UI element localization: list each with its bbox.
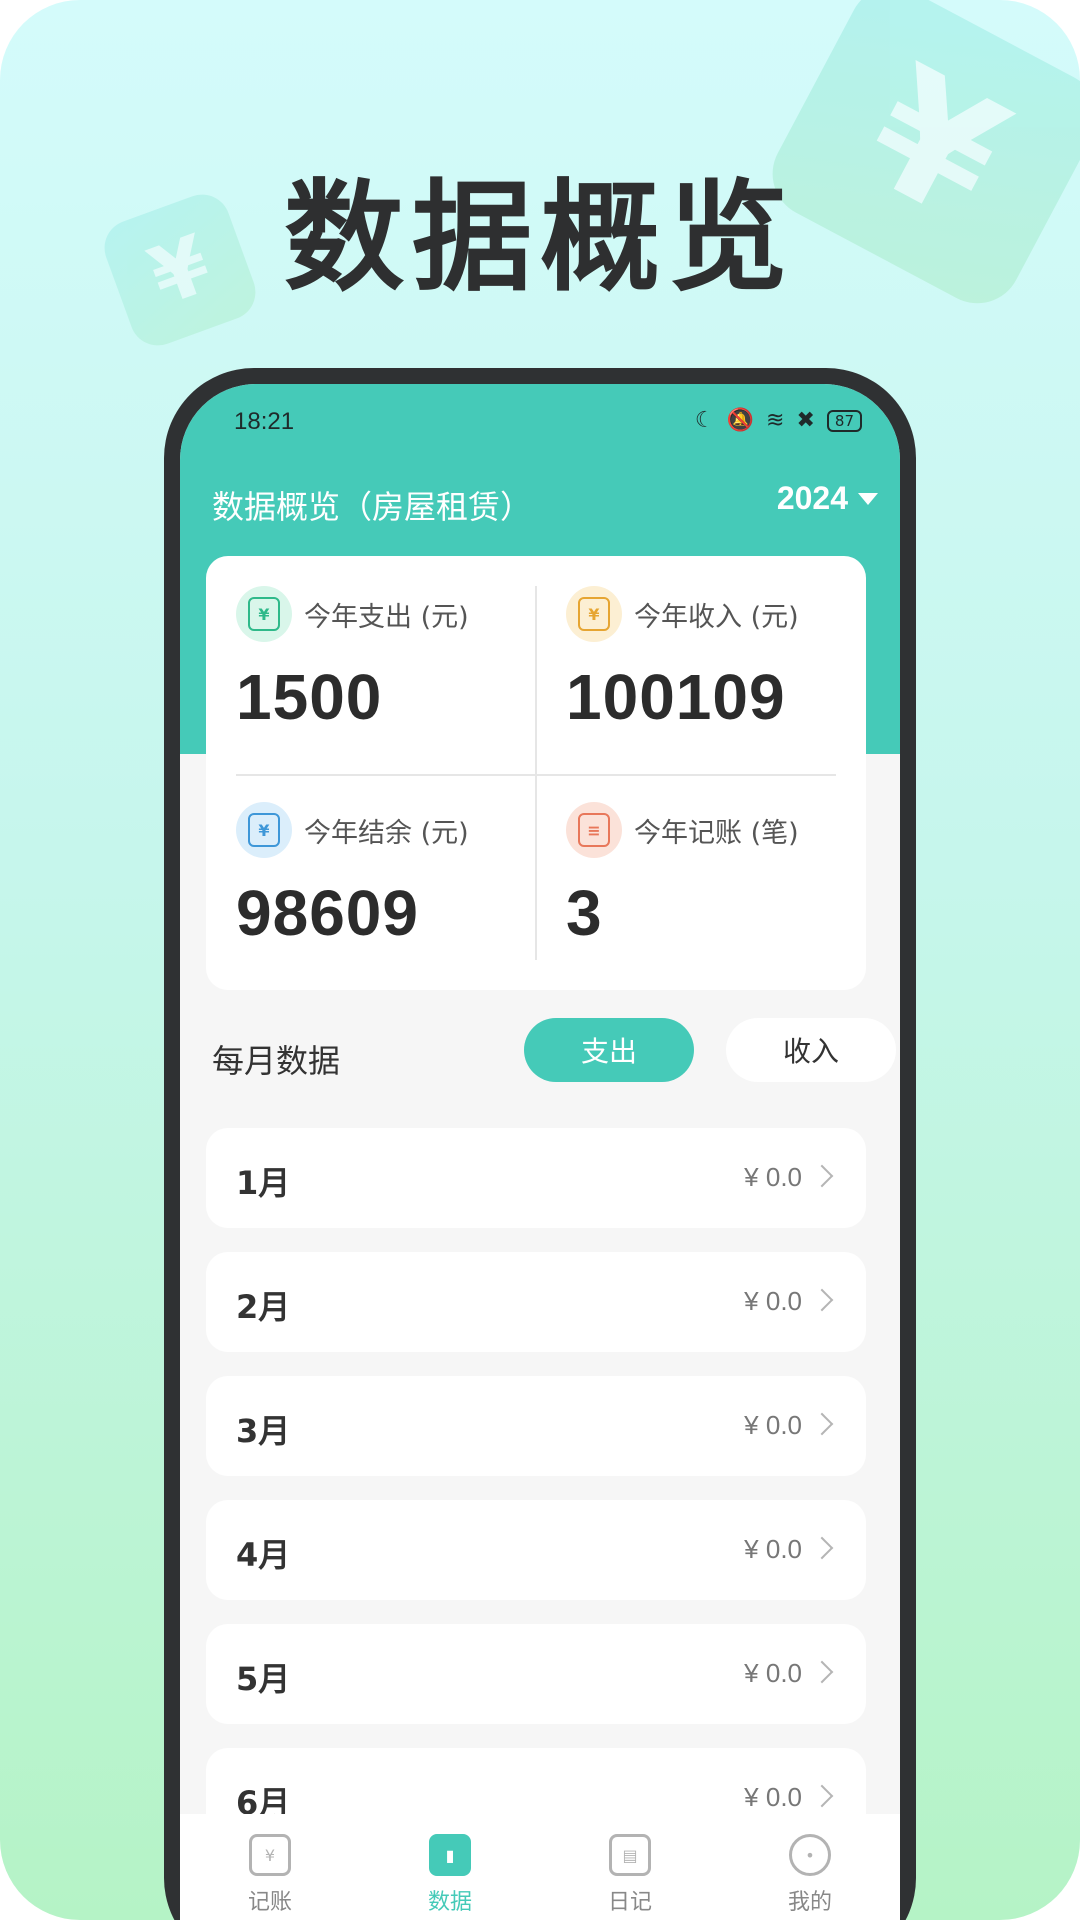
- tab-data[interactable]: ▮ 数据: [380, 1814, 520, 1920]
- records-clipboard-icon: ≡: [566, 802, 622, 858]
- page-title: 数据概览（房屋租赁）: [212, 488, 533, 526]
- income-bag-icon: ¥: [566, 586, 622, 642]
- chevron-right-icon: [810, 1288, 834, 1312]
- month-amount: ¥ 0.0: [744, 1782, 802, 1812]
- stat-value: 100109: [566, 661, 786, 733]
- month-label: 2月: [236, 1288, 291, 1326]
- month-row[interactable]: 3月 ¥ 0.0: [206, 1376, 866, 1476]
- caret-down-icon: [858, 492, 878, 505]
- diary-icon: ▤: [609, 1834, 651, 1876]
- month-amount: ¥ 0.0: [744, 1162, 802, 1192]
- chart-icon: ▮: [429, 1834, 471, 1876]
- tab-income[interactable]: 收入: [726, 1018, 896, 1082]
- profile-face-icon: •: [789, 1834, 831, 1876]
- tab-expense[interactable]: 支出: [524, 1018, 694, 1082]
- tab-label: 记账: [247, 1890, 292, 1915]
- tab-profile[interactable]: • 我的: [740, 1814, 880, 1920]
- year-value: 2024: [776, 480, 848, 516]
- chevron-right-icon: [810, 1412, 834, 1436]
- chevron-right-icon: [810, 1164, 834, 1188]
- battery-icon: 87: [826, 410, 862, 432]
- month-label: 3月: [236, 1412, 291, 1450]
- stat-value: 98609: [236, 877, 419, 949]
- stat-expense: ¥ 今年支出 (元) 1500: [236, 586, 536, 766]
- balance-icon: ¥: [236, 802, 292, 858]
- tab-label: 日记: [607, 1890, 652, 1915]
- month-amount: ¥ 0.0: [744, 1286, 802, 1316]
- phone-screen: 18:21 ☾ 🔕 ≋ ✖ 87 数据概览（房屋租赁） 2024 ¥ 今年支出 …: [180, 384, 900, 1920]
- ledger-icon: ¥: [249, 1834, 291, 1876]
- tab-label: 数据: [427, 1890, 472, 1915]
- month-row[interactable]: 2月 ¥ 0.0: [206, 1252, 866, 1352]
- status-icons: ☾ 🔕 ≋ ✖ 87: [695, 408, 862, 434]
- month-list: 1月 ¥ 0.0 2月 ¥ 0.0 3月 ¥ 0.0 4月 ¥ 0.0 5月 ¥…: [206, 1128, 866, 1872]
- month-label: 5月: [236, 1660, 291, 1698]
- year-selector[interactable]: 2024: [777, 480, 878, 517]
- chevron-right-icon: [810, 1660, 834, 1684]
- month-label: 4月: [236, 1536, 291, 1574]
- stat-label: 今年记账 (笔): [634, 817, 799, 849]
- tab-diary[interactable]: ▤ 日记: [560, 1814, 700, 1920]
- wifi-icon: ≋: [766, 408, 785, 433]
- stat-label: 今年收入 (元): [634, 601, 799, 633]
- stat-label: 今年结余 (元): [304, 817, 469, 849]
- chevron-right-icon: [810, 1784, 834, 1808]
- stat-label: 今年支出 (元): [304, 601, 469, 633]
- phone-frame: 18:21 ☾ 🔕 ≋ ✖ 87 数据概览（房屋租赁） 2024 ¥ 今年支出 …: [164, 368, 916, 1920]
- month-label: 1月: [236, 1164, 291, 1202]
- bottom-tab-bar: ¥ 记账 ▮ 数据 ▤ 日记 • 我的: [180, 1814, 900, 1920]
- promo-page: ¥ ¥ 数据概览 18:21 ☾ 🔕 ≋ ✖ 87 数据概览（房屋租赁） 202…: [0, 0, 1080, 1920]
- stat-value: 3: [566, 877, 603, 949]
- section-title: 每月数据: [212, 1042, 341, 1080]
- month-row[interactable]: 4月 ¥ 0.0: [206, 1500, 866, 1600]
- stat-income: ¥ 今年收入 (元) 100109: [566, 586, 866, 766]
- tab-ledger[interactable]: ¥ 记账: [200, 1814, 340, 1920]
- stat-balance: ¥ 今年结余 (元) 98609: [236, 802, 536, 982]
- sim-off-icon: ✖: [796, 408, 815, 433]
- chevron-right-icon: [810, 1536, 834, 1560]
- status-time: 18:21: [234, 408, 295, 435]
- stat-records: ≡ 今年记账 (笔) 3: [566, 802, 866, 982]
- month-amount: ¥ 0.0: [744, 1534, 802, 1564]
- expense-icon: ¥: [236, 586, 292, 642]
- month-amount: ¥ 0.0: [744, 1658, 802, 1688]
- month-row[interactable]: 5月 ¥ 0.0: [206, 1624, 866, 1724]
- moon-icon: ☾: [694, 408, 715, 433]
- stat-value: 1500: [236, 661, 383, 733]
- divider: [236, 774, 836, 776]
- tab-label: 我的: [787, 1890, 832, 1915]
- hero-title: 数据概览: [284, 169, 796, 308]
- month-row[interactable]: 1月 ¥ 0.0: [206, 1128, 866, 1228]
- summary-card: ¥ 今年支出 (元) 1500 ¥ 今年收入 (元) 100109 ¥ 今年结余…: [206, 556, 866, 990]
- mute-bell-icon: 🔕: [726, 408, 755, 433]
- month-amount: ¥ 0.0: [744, 1410, 802, 1440]
- status-bar: 18:21 ☾ 🔕 ≋ ✖ 87: [180, 404, 900, 444]
